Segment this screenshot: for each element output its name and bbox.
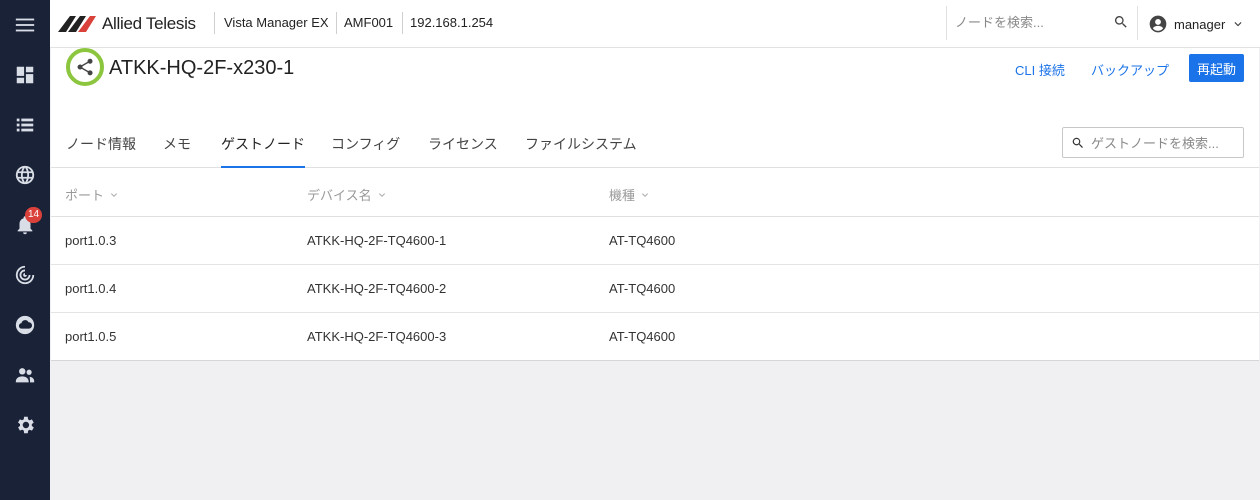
- column-header-label: ポート: [65, 188, 105, 203]
- header-divider: [214, 12, 215, 34]
- column-header-port[interactable]: ポート: [65, 185, 120, 204]
- chevron-down-icon: [642, 192, 649, 197]
- search-icon[interactable]: [1113, 14, 1129, 30]
- gear-icon[interactable]: [0, 405, 50, 445]
- table-header: ポート デバイス名 機種: [51, 169, 1259, 217]
- chevron-down-icon: [1234, 22, 1242, 27]
- guest-node-search-input[interactable]: [1091, 133, 1239, 153]
- user-menu[interactable]: manager: [1148, 13, 1245, 35]
- backup-link[interactable]: バックアップ: [1091, 60, 1169, 79]
- page-title: ATKK-HQ-2F-x230-1: [109, 57, 295, 79]
- tab-filesystem[interactable]: ファイルシステム: [525, 134, 637, 166]
- device-name-cell: ATKK-HQ-2F-TQ4600-2: [307, 281, 447, 296]
- port-cell: port1.0.3: [65, 233, 117, 248]
- allied-telesis-logo-icon: [58, 16, 96, 32]
- area-name: AMF001: [344, 15, 394, 30]
- cloud-icon[interactable]: [0, 305, 50, 345]
- column-header-label: 機種: [609, 188, 636, 203]
- node-search: [946, 6, 1138, 40]
- header-divider: [402, 12, 403, 34]
- guest-node-table: ポート デバイス名 機種 port1.0.3 ATKK-HQ-2F-TQ4600…: [51, 169, 1259, 361]
- tab-config[interactable]: コンフィグ: [331, 134, 400, 166]
- cli-connect-link[interactable]: CLI 接続: [1015, 60, 1065, 79]
- port-cell: port1.0.4: [65, 281, 117, 296]
- column-header-device-name[interactable]: デバイス名: [307, 185, 388, 204]
- product-name: Vista Manager EX: [224, 15, 329, 30]
- reboot-button[interactable]: 再起動: [1189, 54, 1244, 82]
- top-header: Allied Telesis Vista Manager EX AMF001 1…: [50, 0, 1260, 48]
- port-cell: port1.0.5: [65, 329, 117, 344]
- sidebar: 14: [0, 0, 50, 500]
- menu-icon[interactable]: [0, 5, 50, 45]
- radar-icon[interactable]: [0, 255, 50, 295]
- device-name-cell: ATKK-HQ-2F-TQ4600-1: [307, 233, 447, 248]
- notification-bell-icon[interactable]: 14: [0, 205, 50, 245]
- guest-node-search: [1062, 127, 1244, 158]
- user-name: manager: [1174, 16, 1226, 32]
- account-icon: [1149, 15, 1167, 33]
- tab-node-info[interactable]: ノード情報: [66, 134, 136, 166]
- globe-icon[interactable]: [0, 155, 50, 195]
- tab-guest-node[interactable]: ゲストノード: [221, 134, 305, 168]
- table-row[interactable]: port1.0.3 ATKK-HQ-2F-TQ4600-1 AT-TQ4600: [51, 217, 1259, 265]
- list-icon[interactable]: [0, 105, 50, 145]
- column-header-model[interactable]: 機種: [609, 185, 651, 204]
- share-icon: [77, 58, 93, 76]
- node-search-input[interactable]: [955, 12, 1105, 32]
- chevron-down-icon: [111, 192, 118, 197]
- header-divider: [336, 12, 337, 34]
- brand-logo[interactable]: Allied Telesis: [58, 13, 196, 35]
- notification-count-badge: 14: [25, 207, 43, 223]
- column-header-label: デバイス名: [307, 188, 372, 203]
- node-status-icon: [66, 48, 104, 86]
- device-name-cell: ATKK-HQ-2F-TQ4600-3: [307, 329, 447, 344]
- search-icon: [1072, 137, 1083, 148]
- tab-memo[interactable]: メモ: [163, 134, 191, 166]
- people-icon[interactable]: [0, 355, 50, 395]
- table-row[interactable]: port1.0.4 ATKK-HQ-2F-TQ4600-2 AT-TQ4600: [51, 265, 1259, 313]
- chevron-down-icon: [378, 192, 385, 197]
- dashboard-icon[interactable]: [0, 55, 50, 95]
- model-cell: AT-TQ4600: [609, 329, 676, 344]
- table-row[interactable]: port1.0.5 ATKK-HQ-2F-TQ4600-3 AT-TQ4600: [51, 313, 1259, 361]
- tab-license[interactable]: ライセンス: [428, 134, 498, 166]
- brand-name: Allied Telesis: [102, 14, 196, 33]
- node-detail-panel: ATKK-HQ-2F-x230-1 CLI 接続 バックアップ 再起動 ノード情…: [51, 48, 1259, 361]
- model-cell: AT-TQ4600: [609, 233, 676, 248]
- controller-ip: 192.168.1.254: [410, 15, 494, 30]
- model-cell: AT-TQ4600: [609, 281, 676, 296]
